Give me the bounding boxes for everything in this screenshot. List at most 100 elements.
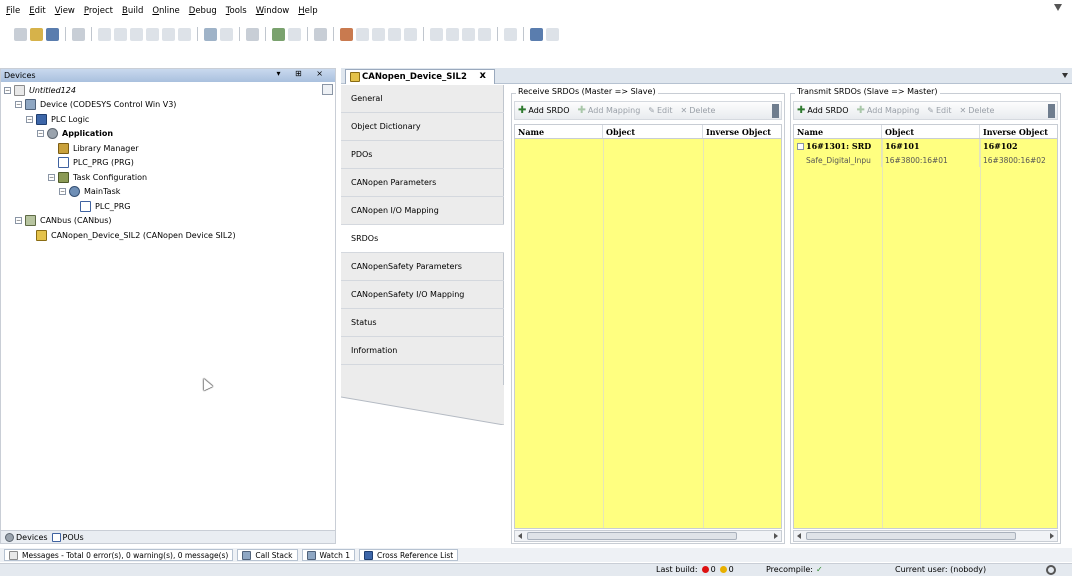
- receive-add-mapping-button[interactable]: ✚ Add Mapping: [578, 105, 641, 116]
- menu-build[interactable]: Build: [122, 6, 143, 16]
- settings-icon[interactable]: [1046, 565, 1056, 575]
- tree-item[interactable]: Library Manager: [1, 141, 335, 156]
- breakpoint-icon[interactable]: [478, 27, 491, 41]
- table-row[interactable]: 16#1301: SRD 16#101 16#102: [794, 139, 1057, 153]
- step-out-icon[interactable]: [462, 27, 475, 41]
- menu-file[interactable]: File: [6, 6, 20, 16]
- menu-help[interactable]: Help: [298, 6, 317, 16]
- col-object[interactable]: Object: [882, 125, 980, 138]
- reset-icon[interactable]: [404, 27, 417, 41]
- nav-item-information[interactable]: Information: [341, 337, 504, 365]
- collapse-icon[interactable]: −: [37, 130, 44, 138]
- receive-add-srdo-button[interactable]: ✚ Add SRDO: [518, 105, 570, 116]
- devices-panel-controls[interactable]: ▾ ⊞ ×: [276, 69, 329, 78]
- cut-icon[interactable]: [130, 27, 143, 41]
- start-icon[interactable]: [372, 27, 385, 41]
- tree-item[interactable]: − CANbus (CANbus): [1, 214, 335, 229]
- copy-icon[interactable]: [146, 27, 159, 41]
- col-object[interactable]: Object: [603, 125, 703, 138]
- tree-item[interactable]: − Device (CODESYS Control Win V3): [1, 98, 335, 113]
- menu-edit[interactable]: Edit: [29, 6, 45, 16]
- nav-item-object-dictionary[interactable]: Object Dictionary: [341, 113, 504, 141]
- open-project-icon[interactable]: [30, 27, 43, 41]
- tab-devices[interactable]: Devices: [5, 532, 48, 542]
- col-inverse-object[interactable]: Inverse Object: [703, 125, 781, 138]
- collapse-icon[interactable]: −: [15, 217, 22, 225]
- print-icon[interactable]: [72, 27, 85, 41]
- col-name[interactable]: Name: [794, 125, 882, 138]
- collapse-icon[interactable]: −: [15, 101, 22, 109]
- replace-icon[interactable]: [220, 27, 233, 41]
- collapse-icon[interactable]: −: [26, 115, 33, 123]
- simulation-icon[interactable]: [530, 27, 543, 41]
- transmit-horizontal-scrollbar[interactable]: [793, 530, 1058, 542]
- nav-item-pdos[interactable]: PDOs: [341, 141, 504, 169]
- save-project-icon[interactable]: [46, 27, 59, 41]
- table-row[interactable]: Safe_Digital_Inpu 16#3800:16#01 16#3800:…: [794, 153, 1057, 167]
- transmit-srdo-grid[interactable]: Name Object Inverse Object 16#1301: SRD …: [793, 124, 1058, 529]
- login-icon[interactable]: [340, 27, 353, 41]
- receive-edit-button[interactable]: ✎ Edit: [648, 106, 672, 115]
- toolbar-overflow-icon[interactable]: [772, 104, 779, 118]
- nav-item-canopensafety-parameters[interactable]: CANopenSafety Parameters: [341, 253, 504, 281]
- tree-item[interactable]: CANopen_Device_SIL2 (CANopen Device SIL2…: [1, 228, 335, 243]
- col-name[interactable]: Name: [515, 125, 603, 138]
- tree-item[interactable]: − PLC Logic: [1, 112, 335, 127]
- scroll-right-icon[interactable]: [774, 533, 778, 539]
- menu-debug[interactable]: Debug: [189, 6, 217, 16]
- tab-cross-reference-list[interactable]: Cross Reference List: [359, 549, 459, 561]
- tree-item[interactable]: − Untitled124: [1, 83, 335, 98]
- collapse-icon[interactable]: −: [48, 173, 55, 181]
- tab-list-dropdown-icon[interactable]: [1062, 73, 1068, 78]
- transmit-add-mapping-button[interactable]: ✚ Add Mapping: [857, 105, 920, 116]
- logout-icon[interactable]: [356, 27, 369, 41]
- close-tab-icon[interactable]: x: [480, 70, 486, 81]
- step-into-icon[interactable]: [446, 27, 459, 41]
- add-folder-icon[interactable]: [288, 27, 301, 41]
- nav-item-status[interactable]: Status: [341, 309, 504, 337]
- paste-icon[interactable]: [162, 27, 175, 41]
- find-icon[interactable]: [204, 27, 217, 41]
- tree-item[interactable]: − Application: [1, 127, 335, 142]
- tree-item[interactable]: − MainTask: [1, 185, 335, 200]
- step-over-icon[interactable]: [430, 27, 443, 41]
- tab-canopen-device-sil2[interactable]: CANopen_Device_SIL2 x: [345, 69, 495, 84]
- stop-icon[interactable]: [388, 27, 401, 41]
- col-inverse-object[interactable]: Inverse Object: [980, 125, 1057, 138]
- receive-srdo-grid[interactable]: Name Object Inverse Object: [514, 124, 782, 529]
- select-all-icon[interactable]: [246, 27, 259, 41]
- menu-view[interactable]: View: [55, 6, 75, 16]
- write-values-icon[interactable]: [504, 27, 517, 41]
- tab-call-stack[interactable]: Call Stack: [237, 549, 298, 561]
- nav-item-canopensafety-i-o-mapping[interactable]: CANopenSafety I/O Mapping: [341, 281, 504, 309]
- transmit-edit-button[interactable]: ✎ Edit: [927, 106, 951, 115]
- tab-pous[interactable]: POUs: [51, 532, 84, 542]
- collapse-icon[interactable]: −: [59, 188, 66, 196]
- scroll-thumb[interactable]: [527, 532, 737, 540]
- collapse-icon[interactable]: −: [4, 86, 11, 94]
- new-project-icon[interactable]: [14, 27, 27, 41]
- build-icon[interactable]: [314, 27, 327, 41]
- scroll-left-icon[interactable]: [518, 533, 522, 539]
- receive-delete-button[interactable]: ✕ Delete: [680, 106, 715, 115]
- menu-online[interactable]: Online: [152, 6, 179, 16]
- toolbar-options-icon[interactable]: [1054, 4, 1062, 11]
- menu-tools[interactable]: Tools: [226, 6, 247, 16]
- scroll-thumb[interactable]: [806, 532, 1016, 540]
- tab-watch-1[interactable]: Watch 1: [301, 549, 356, 561]
- add-object-icon[interactable]: [272, 27, 285, 41]
- nav-item-general[interactable]: General: [341, 85, 504, 113]
- redo-icon[interactable]: [114, 27, 127, 41]
- nav-item-canopen-parameters[interactable]: CANopen Parameters: [341, 169, 504, 197]
- toolbar-dropdown-icon[interactable]: [546, 27, 559, 41]
- tree-item[interactable]: PLC_PRG (PRG): [1, 156, 335, 171]
- transmit-add-srdo-button[interactable]: ✚ Add SRDO: [797, 105, 849, 116]
- scroll-left-icon[interactable]: [797, 533, 801, 539]
- tree-item[interactable]: − Task Configuration: [1, 170, 335, 185]
- transmit-delete-button[interactable]: ✕ Delete: [959, 106, 994, 115]
- nav-item-canopen-i-o-mapping[interactable]: CANopen I/O Mapping: [341, 197, 504, 225]
- undo-icon[interactable]: [98, 27, 111, 41]
- scroll-right-icon[interactable]: [1050, 533, 1054, 539]
- tab-messages[interactable]: Messages - Total 0 error(s), 0 warning(s…: [4, 549, 234, 561]
- menu-project[interactable]: Project: [84, 6, 113, 16]
